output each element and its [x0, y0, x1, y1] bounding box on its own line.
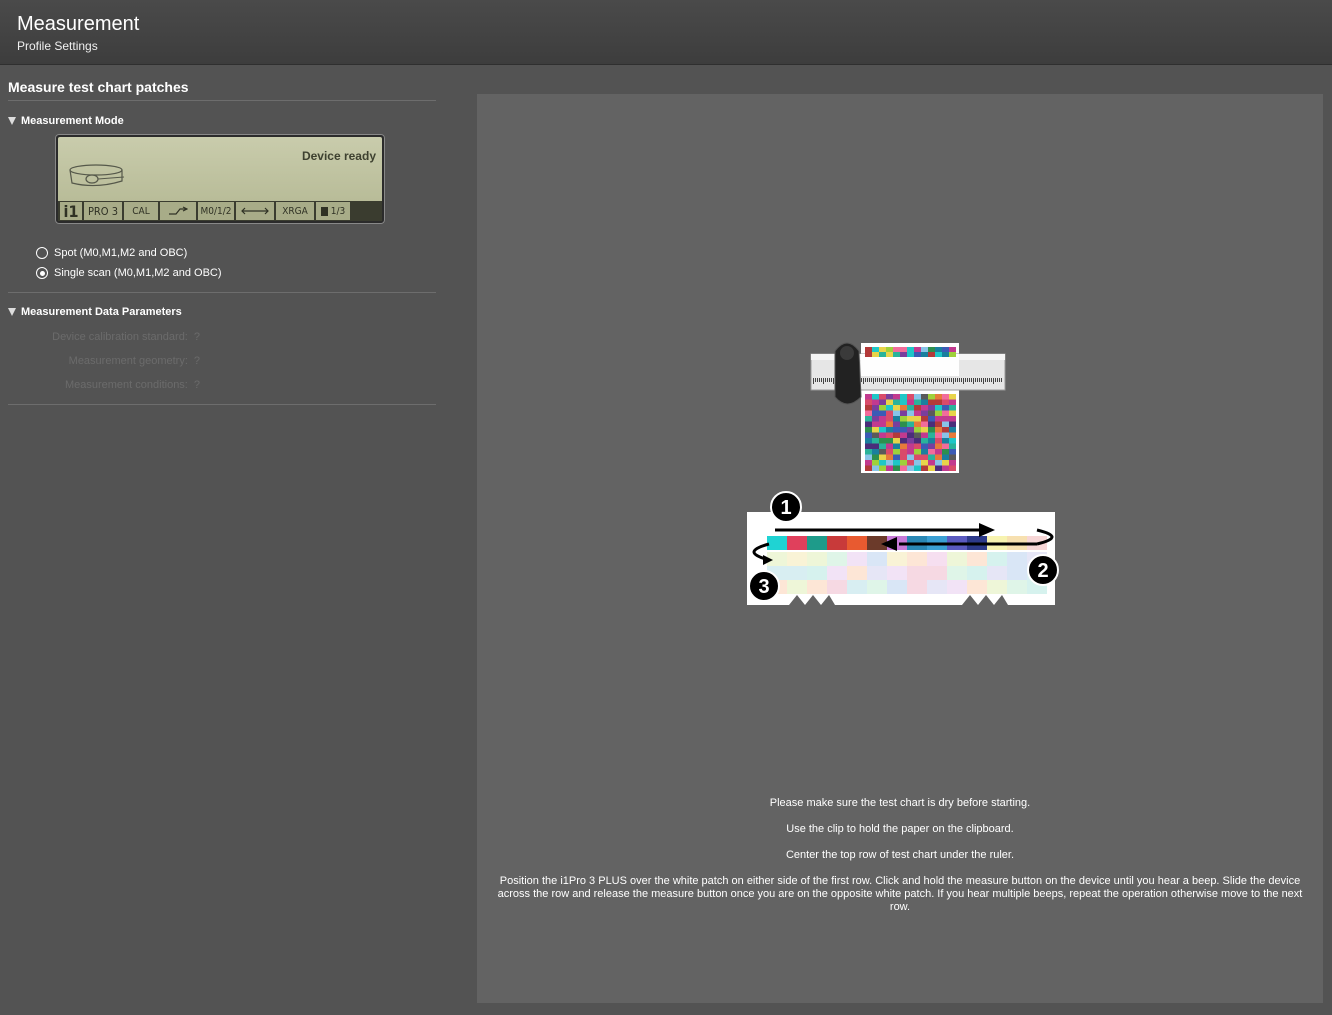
radio-unselected-icon: [36, 247, 48, 259]
calibration-standard-label: Device calibration standard:: [52, 331, 188, 343]
divider: [8, 100, 436, 101]
disclosure-triangle-icon: [8, 308, 16, 316]
device-status: Device ready: [301, 149, 376, 163]
single-scan-radio-label: Single scan (M0,M1,M2 and OBC): [54, 267, 222, 279]
help-icon[interactable]: ?: [194, 355, 200, 367]
instruction-clip: Use the clip to hold the paper on the cl…: [786, 823, 1014, 835]
step-3-number: 3: [758, 576, 769, 598]
spectrophotometer-icon: [69, 164, 125, 187]
lcd-direction-arrow-icon: [236, 202, 274, 220]
divider: [8, 404, 436, 405]
single-scan-radio[interactable]: Single scan (M0,M1,M2 and OBC): [36, 267, 222, 279]
measurement-mode-heading: Measurement Mode: [21, 115, 124, 127]
instruction-dry: Please make sure the test chart is dry b…: [769, 797, 1031, 809]
chart-strip-under-ruler: [865, 347, 956, 357]
lcd-page: 1/3: [316, 202, 350, 220]
scan-direction-illustration: 1 2 3: [747, 491, 1059, 605]
lcd-model: PRO 3: [84, 202, 122, 220]
app-header: Measurement Profile Settings: [0, 0, 1332, 65]
instruction-center: Center the top row of test chart under t…: [785, 849, 1015, 861]
step-1-number: 1: [780, 497, 791, 519]
data-parameters-heading: Measurement Data Parameters: [21, 306, 182, 318]
lcd-i1-logo: i1: [60, 202, 82, 221]
chart-patches-main: [865, 394, 956, 471]
divider: [8, 292, 436, 293]
lcd-page-count: 1/3: [330, 205, 346, 217]
spot-radio[interactable]: Spot (M0,M1,M2 and OBC): [36, 247, 187, 259]
measurement-conditions-label: Measurement conditions:: [64, 379, 188, 391]
spot-radio-label: Spot (M0,M1,M2 and OBC): [54, 247, 188, 259]
instruction-position: Position the i1Pro 3 PLUS over the white…: [497, 875, 1303, 913]
page-title: Measurement: [17, 13, 140, 35]
calibration-standard-row: Device calibration standard:?: [52, 331, 200, 343]
measurement-conditions-row: Measurement conditions:?: [65, 379, 200, 391]
measurement-geometry-label: Measurement geometry:: [68, 355, 188, 367]
lcd-status-bar: i1 PRO 3 CAL M0/1/2 XRGA 1/3: [58, 201, 382, 221]
lcd-xrga: XRGA: [276, 202, 314, 220]
radio-selected-icon: [36, 267, 48, 279]
section-title: Measure test chart patches: [8, 79, 189, 95]
lcd-cal: CAL: [124, 202, 158, 220]
step-2-number: 2: [1037, 560, 1048, 582]
measurement-geometry-row: Measurement geometry:?: [69, 355, 200, 367]
device-lcd-display: Device ready i1 PRO 3 CAL M0/1/2 XRGA 1/…: [55, 134, 385, 224]
page-icon: [320, 206, 328, 216]
disclosure-triangle-icon: [8, 117, 16, 125]
lcd-screen: Device ready i1 PRO 3 CAL M0/1/2 XRGA 1/…: [58, 137, 382, 221]
lcd-scan-icon: [160, 202, 196, 220]
help-icon[interactable]: ?: [194, 331, 200, 343]
left-panel: Measure test chart patches Measurement M…: [0, 64, 440, 1015]
data-parameters-toggle[interactable]: Measurement Data Parameters: [8, 306, 182, 318]
lcd-mode: M0/1/2: [198, 202, 234, 220]
ruler-device-illustration: [810, 342, 1006, 473]
page-subtitle: Profile Settings: [17, 39, 98, 53]
measurement-mode-toggle[interactable]: Measurement Mode: [8, 115, 124, 127]
help-icon[interactable]: ?: [194, 379, 200, 391]
instruction-panel: 1 2 3 Please make sure the test chart is…: [477, 94, 1323, 1003]
